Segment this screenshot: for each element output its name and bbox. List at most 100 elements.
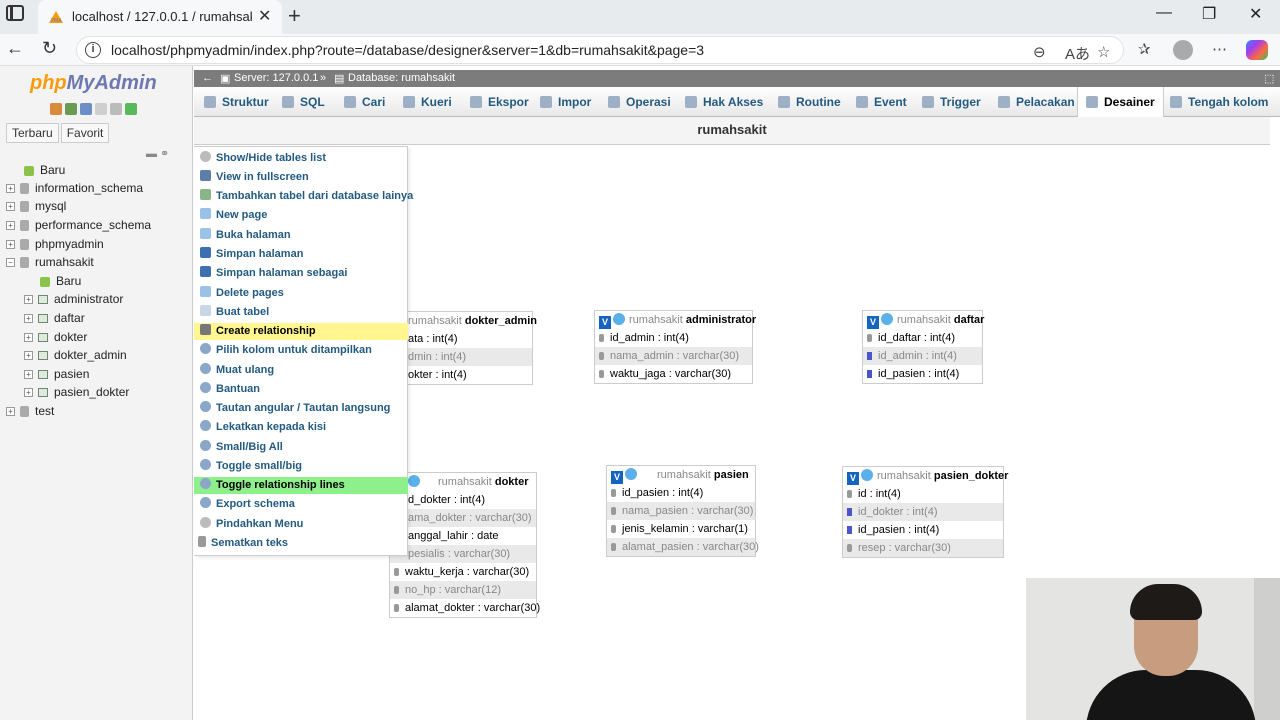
menu-toggle-relationship-lines[interactable]: Toggle relationship lines: [194, 477, 408, 494]
table-row[interactable]: d_dokter : int(4): [390, 491, 536, 509]
table-header[interactable]: rumahsakit dokter_admin: [404, 312, 537, 330]
table-row[interactable]: id_dokter : int(4): [843, 503, 1003, 521]
table-row[interactable]: id_admin : int(4): [595, 329, 752, 347]
menu-pin-text[interactable]: Sematkan teks: [194, 535, 408, 552]
tree-item-daftar[interactable]: + daftar: [24, 311, 85, 329]
tree-item-pasien[interactable]: + pasien: [24, 367, 89, 385]
more-menu-icon[interactable]: ⋯: [1212, 40, 1227, 58]
tree-item-performance-schema[interactable]: + performance_schema: [6, 218, 151, 236]
url-text[interactable]: localhost/phpmyadmin/index.php?route=/da…: [111, 42, 704, 58]
menu-save-page[interactable]: Simpan halaman: [194, 246, 408, 263]
tree-item-mysql[interactable]: + mysql: [6, 199, 66, 217]
eye-icon[interactable]: [625, 468, 637, 480]
reload-icon[interactable]: ↻: [42, 38, 57, 59]
tab-recent[interactable]: Terbaru: [6, 123, 59, 143]
menu-small-big-all[interactable]: Small/Big All: [194, 439, 408, 456]
menu-create-table[interactable]: Buat tabel: [194, 304, 408, 321]
menu-toggle-small-big[interactable]: Toggle small/big: [194, 458, 408, 475]
table-row[interactable]: id_pasien : int(4): [607, 484, 755, 502]
table-row[interactable]: ama_dokter : varchar(30): [390, 509, 536, 527]
browser-tab[interactable]: PMA localhost / 127.0.0.1 / rumahsakit ✕: [38, 0, 282, 34]
table-daftar[interactable]: Vrumahsakit daftar id_daftar : int(4) id…: [862, 310, 984, 384]
menu-open-page[interactable]: Buka halaman: [194, 227, 408, 244]
tab-event[interactable]: Event: [856, 87, 907, 117]
tab-pelacakan[interactable]: Pelacakan: [998, 87, 1075, 117]
eye-icon[interactable]: [408, 475, 420, 487]
tree-item-rumahsakit[interactable]: − rumahsakit: [6, 255, 94, 273]
toggle-v-icon[interactable]: V: [599, 316, 611, 329]
table-row[interactable]: nama_admin : varchar(30): [595, 347, 752, 365]
table-row[interactable]: id_admin : int(4): [863, 347, 982, 365]
tree-item-pasien-dokter[interactable]: + pasien_dokter: [24, 385, 129, 403]
help-icon[interactable]: [80, 103, 92, 115]
table-header[interactable]: rumahsakit dokter: [390, 473, 536, 491]
expand-icon[interactable]: +: [24, 333, 33, 343]
fullscreen-icon[interactable]: ⬚: [1264, 72, 1274, 85]
menu-move-menu[interactable]: Pindahkan Menu: [194, 516, 408, 533]
collapse-icon[interactable]: −: [6, 258, 15, 268]
expand-icon[interactable]: +: [6, 221, 15, 231]
tree-item-dokter[interactable]: + dokter: [24, 330, 87, 348]
breadcrumb-back-icon[interactable]: ←: [202, 72, 213, 84]
table-row[interactable]: okter : int(4): [404, 366, 532, 384]
expand-icon[interactable]: +: [24, 351, 33, 361]
tab-impor[interactable]: Impor: [540, 87, 591, 117]
settings-gear-icon[interactable]: [110, 103, 122, 115]
tree-item-administrator[interactable]: + administrator: [24, 292, 123, 310]
expand-icon[interactable]: +: [24, 314, 33, 324]
tab-close-icon[interactable]: ✕: [258, 6, 271, 26]
read-aloud-icon[interactable]: Aあ: [1065, 43, 1090, 64]
menu-reload[interactable]: Muat ulang: [194, 362, 408, 379]
minimize-button[interactable]: —: [1156, 4, 1172, 22]
toggle-v-icon[interactable]: V: [611, 471, 623, 484]
zoom-icon[interactable]: ⊖: [1033, 43, 1046, 61]
table-row[interactable]: jenis_kelamin : varchar(1): [607, 520, 755, 538]
expand-icon[interactable]: +: [6, 407, 15, 417]
logout-icon[interactable]: [65, 103, 77, 115]
docs-icon[interactable]: [95, 103, 107, 115]
tab-ekspor[interactable]: Ekspor: [470, 87, 529, 117]
tree-item-information-schema[interactable]: + information_schema: [6, 181, 143, 199]
expand-icon[interactable]: +: [24, 370, 33, 380]
table-row[interactable]: waktu_kerja : varchar(30): [390, 563, 536, 581]
tab-kueri[interactable]: Kueri: [403, 87, 452, 117]
table-dokter[interactable]: rumahsakit dokter d_dokter : int(4) ama_…: [389, 472, 540, 618]
tree-item-test[interactable]: + test: [6, 404, 54, 422]
table-header[interactable]: Vrumahsakit daftar: [863, 311, 984, 329]
tree-item-new-table[interactable]: Baru: [40, 274, 81, 292]
table-row[interactable]: pesialis : varchar(30): [390, 545, 536, 563]
eye-icon[interactable]: [861, 469, 873, 481]
menu-create-relationship[interactable]: Create relationship: [194, 323, 408, 340]
tab-operasi[interactable]: Operasi: [608, 87, 671, 117]
copilot-icon[interactable]: [1246, 40, 1268, 60]
phpmyadmin-logo[interactable]: phpMyAdmin: [30, 72, 157, 95]
table-row[interactable]: alamat_dokter : varchar(30): [390, 599, 540, 617]
eye-icon[interactable]: [613, 313, 625, 325]
back-icon[interactable]: ←: [6, 38, 24, 59]
url-box[interactable]: i localhost/phpmyadmin/index.php?route=/…: [76, 36, 1124, 64]
breadcrumb-server[interactable]: Server: 127.0.0.1: [234, 72, 318, 84]
reload-nav-icon[interactable]: [125, 103, 137, 115]
table-pasien[interactable]: Vrumahsakit pasien id_pasien : int(4) na…: [606, 465, 759, 557]
tab-sql[interactable]: SQL: [282, 87, 325, 117]
table-administrator[interactable]: Vrumahsakit administrator id_admin : int…: [594, 310, 756, 384]
table-row[interactable]: no_hp : varchar(12): [390, 581, 536, 599]
restore-button[interactable]: ❐: [1202, 4, 1216, 24]
table-row[interactable]: id_pasien : int(4): [843, 521, 1003, 539]
menu-add-tables[interactable]: Tambahkan tabel dari database lainya: [194, 188, 413, 205]
menu-help[interactable]: Bantuan: [194, 381, 408, 398]
table-row[interactable]: id : int(4): [843, 485, 1003, 503]
table-header[interactable]: Vrumahsakit pasien: [607, 466, 755, 484]
home-icon[interactable]: [50, 103, 62, 115]
tab-tengah-kolom[interactable]: Tengah kolom: [1170, 87, 1268, 117]
table-row[interactable]: ata : int(4): [404, 330, 532, 348]
new-tab-button[interactable]: +: [288, 3, 301, 29]
table-row[interactable]: alamat_pasien : varchar(30): [607, 538, 759, 556]
expand-icon[interactable]: +: [24, 295, 33, 305]
expand-icon[interactable]: +: [6, 184, 15, 194]
table-row[interactable]: anggal_lahir : date: [390, 527, 536, 545]
tab-desainer[interactable]: Desainer: [1077, 87, 1164, 117]
expand-icon[interactable]: +: [6, 202, 15, 212]
eye-icon[interactable]: [881, 313, 893, 325]
tab-cari[interactable]: Cari: [344, 87, 385, 117]
